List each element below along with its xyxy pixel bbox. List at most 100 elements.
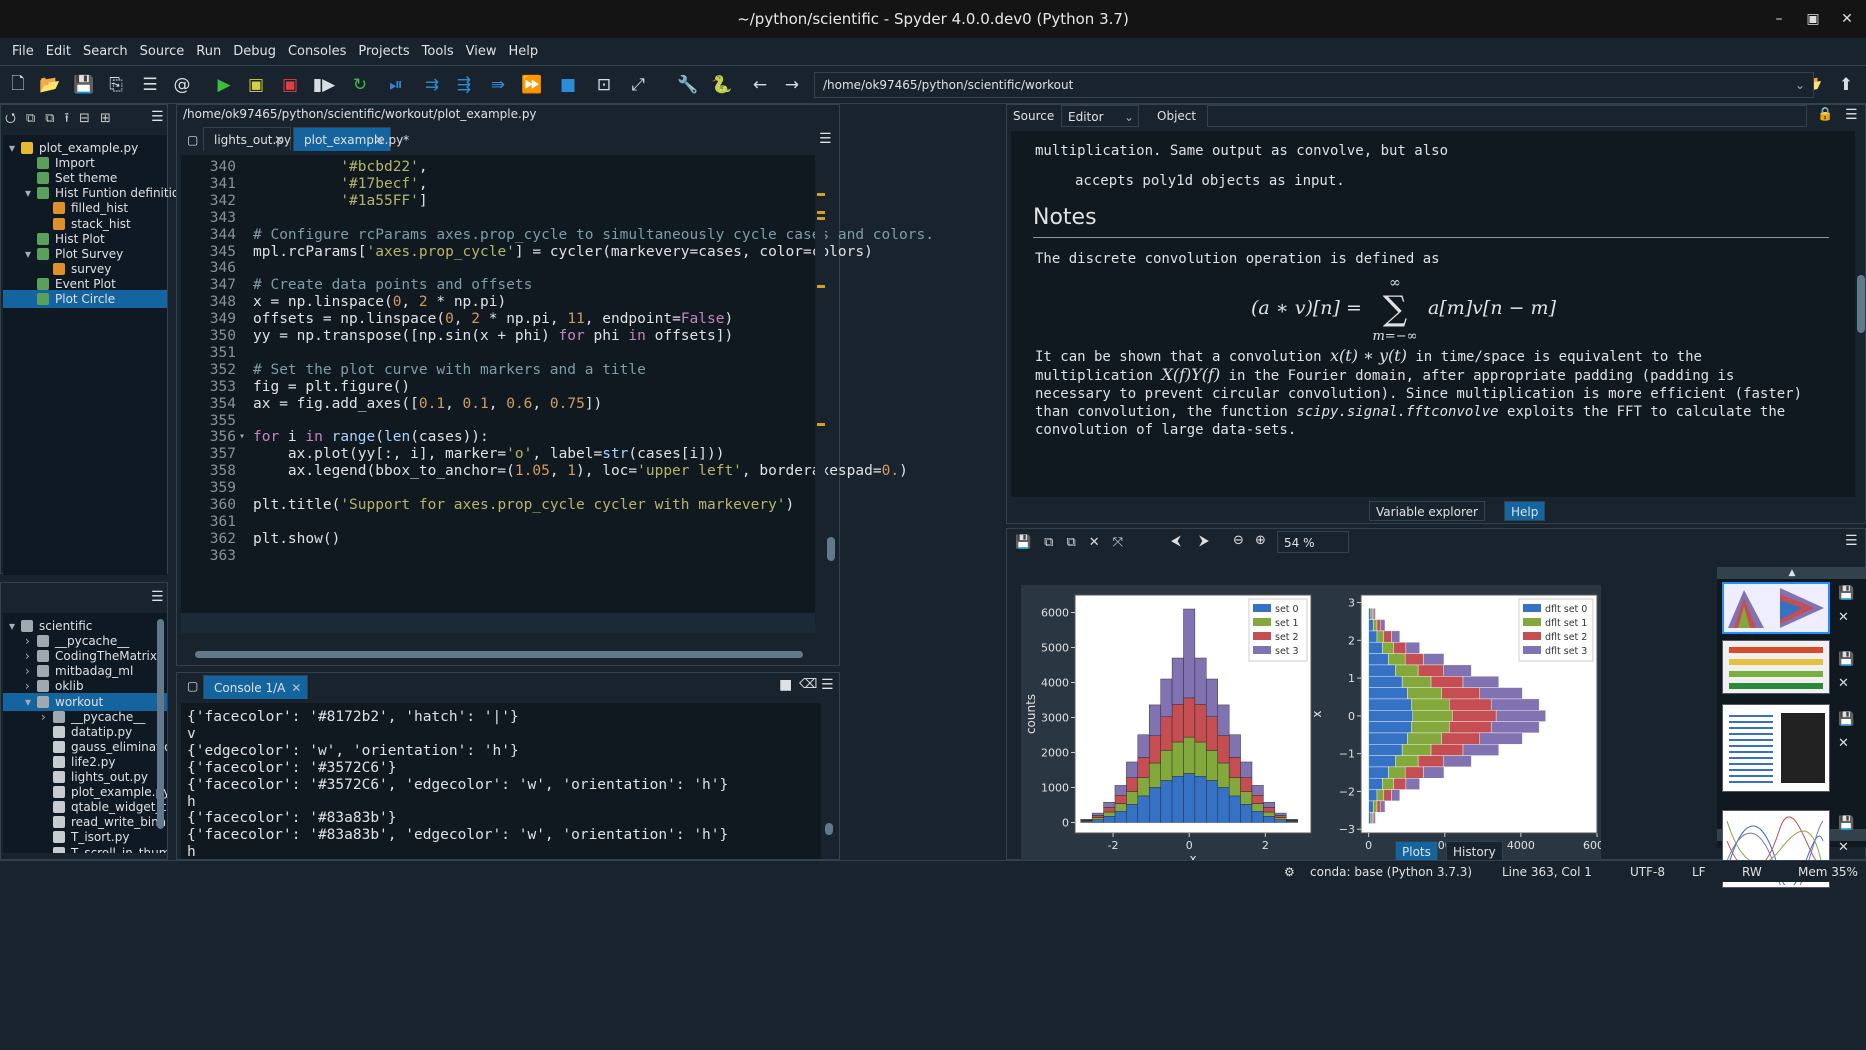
working-directory-input[interactable]: /home/ok97465/python/scientific/workout …	[814, 72, 1814, 98]
menu-edit[interactable]: Edit	[40, 38, 77, 66]
plot-thumbnail[interactable]	[1722, 640, 1830, 694]
fold-icon[interactable]: ▾	[239, 427, 245, 447]
parent-directory-icon[interactable]: ⬆	[1834, 73, 1858, 97]
close-thumbnail-icon[interactable]: ✕	[1838, 610, 1849, 625]
console-output[interactable]: {'facecolor': '#8172b2', 'hatch': '|'} v{…	[181, 703, 821, 859]
bar-set-2	[1263, 807, 1276, 813]
editor-tab[interactable]: lights_out.py ✕	[203, 127, 291, 151]
maximize-pane-icon[interactable]: ⊡	[592, 73, 616, 97]
console-tab[interactable]: Console 1/A ✕	[203, 675, 309, 700]
save-thumbnail-icon[interactable]: 💾	[1838, 652, 1854, 667]
menu-consoles[interactable]: Consoles	[282, 38, 352, 66]
clear-console-icon[interactable]: ⌫	[799, 677, 817, 692]
close-tab-icon[interactable]: ✕	[291, 676, 301, 700]
zoom-in-icon[interactable]: ⊕	[1255, 533, 1266, 548]
run-icon[interactable]: ▶	[212, 73, 236, 97]
close-thumbnail-icon[interactable]: ✕	[1838, 840, 1849, 855]
forward-icon[interactable]: →	[780, 73, 804, 97]
thumbnails-scroll-up-icon[interactable]: ▲	[1717, 567, 1866, 579]
tab-help[interactable]: Help	[1504, 501, 1546, 521]
save-thumbnail-icon[interactable]: 💾	[1838, 712, 1854, 727]
python-path-icon[interactable]: 🐍	[710, 73, 734, 97]
zoom-level-input[interactable]: 54 %	[1277, 531, 1349, 553]
close-icon[interactable]: ✕	[1836, 8, 1858, 30]
menu-debug[interactable]: Debug	[227, 38, 282, 66]
lock-icon[interactable]: 🔒	[1817, 107, 1833, 122]
editor-vertical-scrollbar[interactable]	[827, 537, 835, 561]
editor-menu-icon[interactable]: ☰	[819, 131, 832, 147]
close-thumbnail-icon[interactable]: ✕	[1838, 736, 1849, 751]
menu-view[interactable]: View	[460, 38, 503, 66]
menu-tools[interactable]: Tools	[416, 38, 460, 66]
at-icon[interactable]: @	[170, 73, 194, 97]
help-scrollbar[interactable]	[1857, 275, 1865, 333]
save-thumbnail-icon[interactable]: 💾	[1838, 586, 1854, 601]
file-explorer-menu-icon[interactable]: ☰	[151, 589, 164, 605]
help-menu-icon[interactable]: ☰	[1845, 107, 1858, 123]
save-all-icon[interactable]: ⎘	[104, 73, 128, 97]
run-selection-icon[interactable]: ▮▶	[312, 73, 336, 97]
files-item[interactable]: T_scroll_in_thum	[3, 844, 167, 853]
plots-menu-icon[interactable]: ☰	[1845, 533, 1858, 549]
list-icon[interactable]: ☰	[138, 73, 162, 97]
files-item-label: gauss_eliminatio	[71, 739, 167, 754]
browse-tabs-icon[interactable]: ▢	[187, 133, 198, 147]
close-thumbnail-icon[interactable]: ✕	[1838, 676, 1849, 691]
previous-plot-icon[interactable]: ⮜	[1171, 533, 1181, 549]
tab-plots[interactable]: Plots	[1395, 841, 1438, 861]
source-select[interactable]: Editor ⌄	[1061, 105, 1139, 127]
menu-projects[interactable]: Projects	[352, 38, 415, 66]
browse-console-tabs-icon[interactable]: ▢	[187, 679, 198, 693]
zoom-out-icon[interactable]: ⊖	[1233, 533, 1244, 548]
step-into-icon[interactable]: ⇶	[452, 73, 476, 97]
tab-history[interactable]: History	[1446, 841, 1503, 861]
save-thumbnail-icon[interactable]: 💾	[1838, 816, 1854, 831]
chevron-down-icon[interactable]: ⌄	[1124, 106, 1134, 128]
outline-item-label: Hist Plot	[55, 231, 105, 246]
outline-toolbar-icons[interactable]: ⭯⧉⧉⭱⊟⊞	[5, 109, 121, 131]
fullscreen-icon[interactable]: ⤢	[626, 73, 650, 97]
back-icon[interactable]: ←	[748, 73, 772, 97]
object-input[interactable]	[1207, 105, 1807, 127]
open-file-icon[interactable]: 📂	[38, 73, 62, 97]
run-cell-icon[interactable]: ▣	[244, 73, 268, 97]
plot-thumbnail[interactable]	[1722, 582, 1830, 634]
rerun-icon[interactable]: ↻	[348, 73, 372, 97]
console-panel: ▢ Console 1/A ✕ ■ ⌫ ☰ {'facecolor': '#817…	[176, 672, 840, 860]
tab-variable-explorer[interactable]: Variable explorer	[1369, 501, 1485, 521]
code-area[interactable]: 340 '#bcbd22', 341 '#17becf', 342 '#1a55FF…	[181, 155, 934, 633]
plot-thumbnail[interactable]	[1722, 704, 1830, 792]
menu-run[interactable]: Run	[190, 38, 227, 66]
folder-icon	[37, 695, 49, 708]
minimize-icon[interactable]: –	[1768, 8, 1790, 30]
close-tab-icon[interactable]: ✕	[274, 128, 284, 152]
step-icon[interactable]: ⇉	[420, 73, 444, 97]
new-file-icon[interactable]: 🗋	[6, 73, 30, 97]
menu-search[interactable]: Search	[77, 38, 134, 66]
maximize-icon[interactable]: ▣	[1802, 8, 1824, 30]
current-line-highlight	[181, 613, 817, 633]
file-explorer-scrollbar[interactable]	[157, 619, 164, 829]
close-tab-icon[interactable]: ✕	[374, 128, 384, 152]
console-scrollbar[interactable]	[825, 823, 833, 835]
outline-item[interactable]: Plot Circle	[3, 290, 167, 308]
editor-tab[interactable]: plot_example.py* ✕	[293, 127, 409, 152]
plots-toolbar-icons[interactable]: 💾⧉⧉✕⤧	[1015, 535, 1136, 550]
bar-set-1	[1251, 803, 1264, 812]
outline-menu-icon[interactable]: ☰	[151, 109, 164, 125]
stop-console-icon[interactable]: ■	[779, 677, 792, 693]
chevron-down-icon[interactable]: ⌄	[1795, 73, 1805, 97]
stop-debug-icon[interactable]: ■	[556, 73, 580, 97]
save-icon[interactable]: 💾	[72, 73, 96, 97]
menu-help[interactable]: Help	[503, 38, 545, 66]
continue-icon[interactable]: ⏩	[520, 73, 544, 97]
preferences-icon[interactable]: 🔧	[676, 73, 700, 97]
step-return-icon[interactable]: ⇛	[486, 73, 510, 97]
menu-source[interactable]: Source	[134, 38, 191, 66]
console-menu-icon[interactable]: ☰	[821, 677, 834, 693]
menu-file[interactable]: File	[6, 38, 40, 66]
run-cell-advance-icon[interactable]: ▣	[278, 73, 302, 97]
debug-icon[interactable]: ⏯	[384, 73, 408, 97]
editor-horizontal-scrollbar[interactable]	[195, 651, 803, 658]
next-plot-icon[interactable]: ⮞	[1199, 533, 1209, 549]
